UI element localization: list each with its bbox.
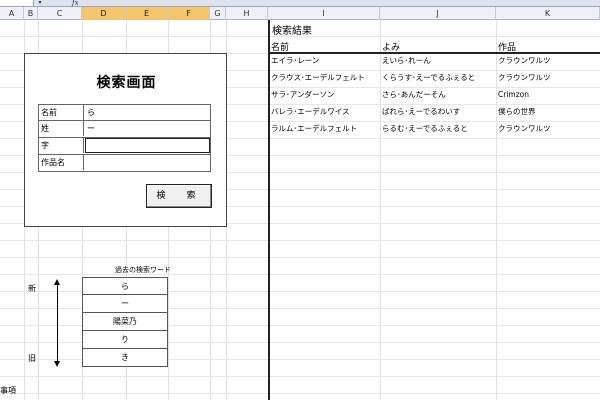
field-row-surname: 姓 ー [38,121,211,138]
result-work[interactable]: クラウンワルツ [498,72,551,84]
field-row-work: 作品名 [38,155,211,172]
results-divider [268,20,270,400]
result-work[interactable]: Crimzon [498,89,529,101]
field-label: 名前 [39,105,84,120]
notes-label: 事項 [0,386,16,395]
timeline-arrow [57,282,58,363]
history-title: 過去の検索ワード [115,266,171,274]
column-header-k[interactable]: K [496,7,600,20]
column-header-g[interactable]: G [210,7,226,20]
fx-label[interactable]: fx [72,0,82,7]
result-reading[interactable]: さら･あんだーそん [382,89,446,101]
history-item[interactable]: り [82,331,168,349]
triangle-down-icon[interactable]: ▾ [36,0,44,6]
history-item[interactable]: き [82,349,168,367]
result-name[interactable]: クラウス･エーデルフェルト [271,72,365,84]
result-name[interactable]: ラルム･エーデルフェルト [271,123,357,135]
gridline [0,393,600,394]
field-row-character: 字 [38,138,211,155]
result-reading[interactable]: くらうす･えーでるふぇると [382,72,475,84]
history-item[interactable]: ら [82,277,168,295]
column-header-e[interactable]: E [126,7,168,20]
column-header-j[interactable]: J [380,7,496,20]
column-header-a[interactable]: A [0,7,24,20]
surname-input[interactable]: ー [85,121,210,136]
result-reading[interactable]: ばれら･えーでるわいす [382,106,460,118]
result-reading[interactable]: えいら･れーん [382,55,431,67]
gridline [0,240,600,241]
arrow-down-icon [54,361,60,367]
formula-bar [0,0,600,7]
arrow-up-icon [54,279,60,285]
history-item[interactable]: ー [82,295,168,313]
column-header-i[interactable]: I [268,7,380,20]
results-title: 検索結果 [272,26,312,37]
gridline [380,20,381,400]
search-panel: 検索画面 名前 ら 姓 ー 字 作品名 検 索 [24,53,227,227]
character-input[interactable] [85,138,210,153]
results-header-underline [270,52,600,54]
result-reading[interactable]: らるむ･えーでるふぇると [382,123,468,135]
result-work[interactable]: クラウンワルツ [498,123,551,135]
history-new-label: 新 [28,284,36,293]
result-name[interactable]: エイラ･レーン [271,55,319,67]
name-input[interactable]: ら [85,105,210,120]
history-item[interactable]: 陽菜乃 [82,313,168,331]
result-work[interactable]: クラウンワルツ [498,55,551,67]
gridline [496,20,497,400]
search-button[interactable]: 検 索 [146,184,212,208]
field-row-name: 名前 ら [38,104,211,121]
name-box[interactable] [0,0,34,6]
column-header-d[interactable]: D [82,7,126,20]
field-label: 字 [39,138,84,153]
result-name[interactable]: バレラ･エーデルワイス [271,106,350,118]
gridline [0,376,600,377]
gridline [0,257,600,258]
result-work[interactable]: 僕らの世界 [498,106,536,118]
column-header-h[interactable]: H [226,7,268,20]
work-title-input[interactable] [85,155,210,170]
column-header-c[interactable]: C [38,7,82,20]
field-label: 姓 [39,121,84,136]
search-panel-title: 検索画面 [96,75,157,91]
column-header-b[interactable]: B [24,7,38,20]
history-old-label: 旧 [28,354,36,363]
field-label: 作品名 [39,155,84,170]
result-name[interactable]: サラ･アンダーソン [271,89,334,101]
column-header-f[interactable]: F [168,7,210,20]
